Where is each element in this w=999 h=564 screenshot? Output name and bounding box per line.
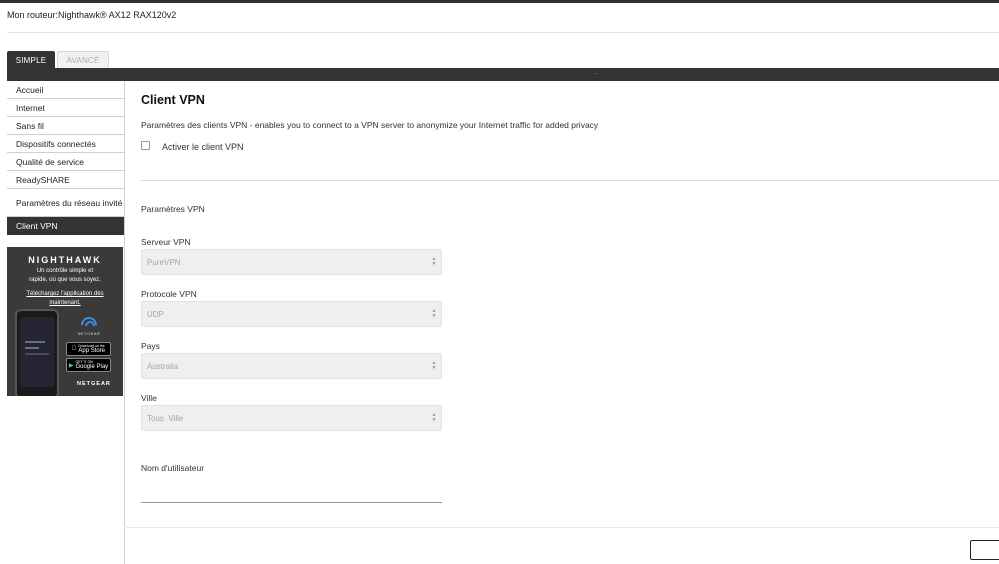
action-button[interactable]: [970, 540, 999, 560]
server-select[interactable]: PureVPN ▲ ▼: [141, 249, 442, 275]
select-arrows-icon: ▲ ▼: [431, 360, 437, 371]
sidebar-item-dispositifs[interactable]: Dispositifs connectés: [7, 135, 124, 153]
section-title: Paramètres VPN: [141, 204, 205, 214]
promo-line-2: rapide, où que vous soyez.: [29, 277, 101, 283]
server-value: PureVPN: [147, 257, 181, 267]
protocol-value: UDP: [147, 309, 164, 319]
sidebar: Accueil Internet Sans fil Dispositifs co…: [7, 81, 124, 235]
app-store-badge[interactable]:  Download on theApp Store: [66, 342, 111, 356]
footer-divider: [124, 527, 999, 528]
protocol-select[interactable]: UDP ▲ ▼: [141, 301, 442, 327]
app-store-label: App Store: [76, 348, 105, 354]
top-border: [0, 0, 999, 3]
country-label: Pays: [141, 341, 160, 351]
router-label: NETGEAR: [77, 331, 101, 336]
router-title: Mon routeur:Nighthawk® AX12 RAX120v2: [7, 10, 177, 20]
promo-text: Un contrôle simple et rapide, où que vou…: [7, 267, 123, 285]
nighthawk-app-promo: NIGHTHAWK Un contrôle simple et rapide, …: [7, 247, 123, 396]
city-value: Tous Ville: [147, 413, 184, 423]
promo-link-line-1: Téléchargez l'application dès: [26, 291, 104, 297]
username-input[interactable]: [141, 490, 442, 503]
country-value: Australia: [147, 361, 179, 371]
city-label: Ville: [141, 393, 157, 403]
tab-bar: [7, 68, 999, 81]
tab-simple[interactable]: SIMPLE: [7, 51, 55, 69]
country-select[interactable]: Australia ▲ ▼: [141, 353, 442, 379]
page-title: Client VPN: [141, 93, 205, 107]
sidebar-item-readyshare[interactable]: ReadySHARE: [7, 171, 124, 189]
promo-brand: NIGHTHAWK: [28, 255, 102, 265]
phone-image: [15, 309, 59, 396]
sidebar-item-sans-fil[interactable]: Sans fil: [7, 117, 124, 135]
page-description: Paramètres des clients VPN - enables you…: [141, 120, 599, 130]
city-select[interactable]: Tous Ville ▲ ▼: [141, 405, 442, 431]
server-label: Serveur VPN: [141, 237, 191, 247]
apple-icon: : [72, 346, 77, 352]
sidebar-item-accueil[interactable]: Accueil: [7, 81, 124, 99]
tab-advanced[interactable]: AVANCÉ: [57, 51, 109, 69]
sidebar-item-reseau-invite[interactable]: Paramètres du réseau invité: [7, 189, 124, 217]
sidebar-item-client-vpn[interactable]: Client VPN: [7, 217, 124, 235]
google-play-badge[interactable]: ▶ GET IT ON Google Play: [66, 358, 111, 372]
promo-download-link[interactable]: Téléchargez l'application dès maintenant…: [7, 290, 123, 308]
select-arrows-icon: ▲ ▼: [431, 412, 437, 423]
select-arrows-icon: ▲ ▼: [431, 308, 437, 319]
promo-link-line-2: maintenant.: [49, 300, 81, 306]
netgear-logo: NETGEAR: [77, 381, 111, 387]
header-divider: [7, 32, 999, 33]
username-label: Nom d'utilisateur: [141, 463, 205, 473]
section-divider: [141, 180, 999, 181]
google-play-label: Google Play: [75, 364, 109, 370]
protocol-label: Protocole VPN: [141, 289, 197, 299]
play-icon: ▶: [68, 362, 74, 369]
enable-vpn-label: Activer le client VPN: [162, 142, 244, 152]
sidebar-item-internet[interactable]: Internet: [7, 99, 124, 117]
select-arrows-icon: ▲ ▼: [431, 256, 437, 267]
sidebar-item-qualite-service[interactable]: Qualité de service: [7, 153, 124, 171]
promo-line-1: Un contrôle simple et: [36, 268, 94, 274]
enable-vpn-checkbox[interactable]: [141, 141, 150, 150]
sidebar-divider: [124, 81, 125, 564]
